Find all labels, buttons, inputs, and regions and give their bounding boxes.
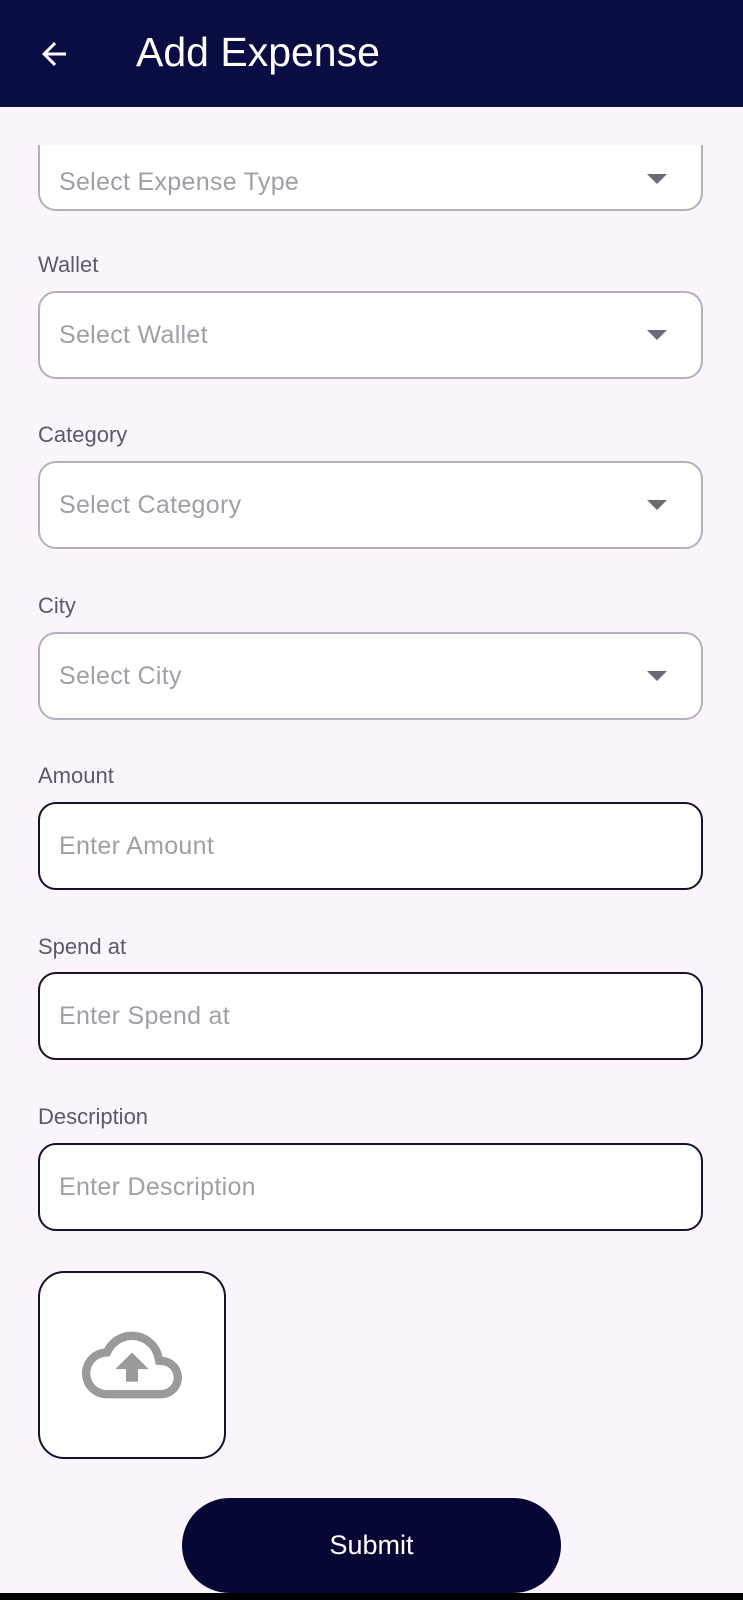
amount-label: Amount xyxy=(38,763,114,788)
arrow-left-icon xyxy=(42,42,66,66)
amount-input[interactable] xyxy=(59,804,679,888)
expense-type-placeholder: Select Expense Type xyxy=(59,168,300,196)
scroll-clip xyxy=(0,107,743,145)
category-placeholder: Select Category xyxy=(59,490,242,519)
app-bar: Add Expense xyxy=(0,0,743,107)
category-dropdown[interactable]: Select Category xyxy=(38,461,703,549)
wallet-label: Wallet xyxy=(38,252,99,277)
amount-field-box xyxy=(38,802,703,890)
city-dropdown[interactable]: Select City xyxy=(38,632,703,720)
back-button[interactable] xyxy=(30,30,78,78)
description-field-box xyxy=(38,1143,703,1231)
wallet-placeholder: Select Wallet xyxy=(59,320,208,349)
spend-at-field-box xyxy=(38,972,703,1060)
page-title: Add Expense xyxy=(136,29,380,75)
cloud-upload-icon xyxy=(82,1331,182,1399)
chevron-down-icon xyxy=(647,671,667,681)
description-label: Description xyxy=(38,1104,149,1129)
city-label: City xyxy=(38,593,76,618)
description-input[interactable] xyxy=(59,1145,679,1229)
upload-image-button[interactable] xyxy=(38,1271,226,1459)
chevron-down-icon xyxy=(647,330,667,340)
wallet-dropdown[interactable]: Select Wallet xyxy=(38,291,703,379)
spend-at-label: Spend at xyxy=(38,934,127,959)
category-label: Category xyxy=(38,422,128,447)
chevron-down-icon xyxy=(647,173,667,184)
city-placeholder: Select City xyxy=(59,661,182,690)
chevron-down-icon xyxy=(647,500,667,510)
system-nav-bar xyxy=(0,1593,743,1600)
spend-at-input[interactable] xyxy=(59,974,679,1058)
submit-button[interactable]: Submit xyxy=(182,1498,561,1593)
